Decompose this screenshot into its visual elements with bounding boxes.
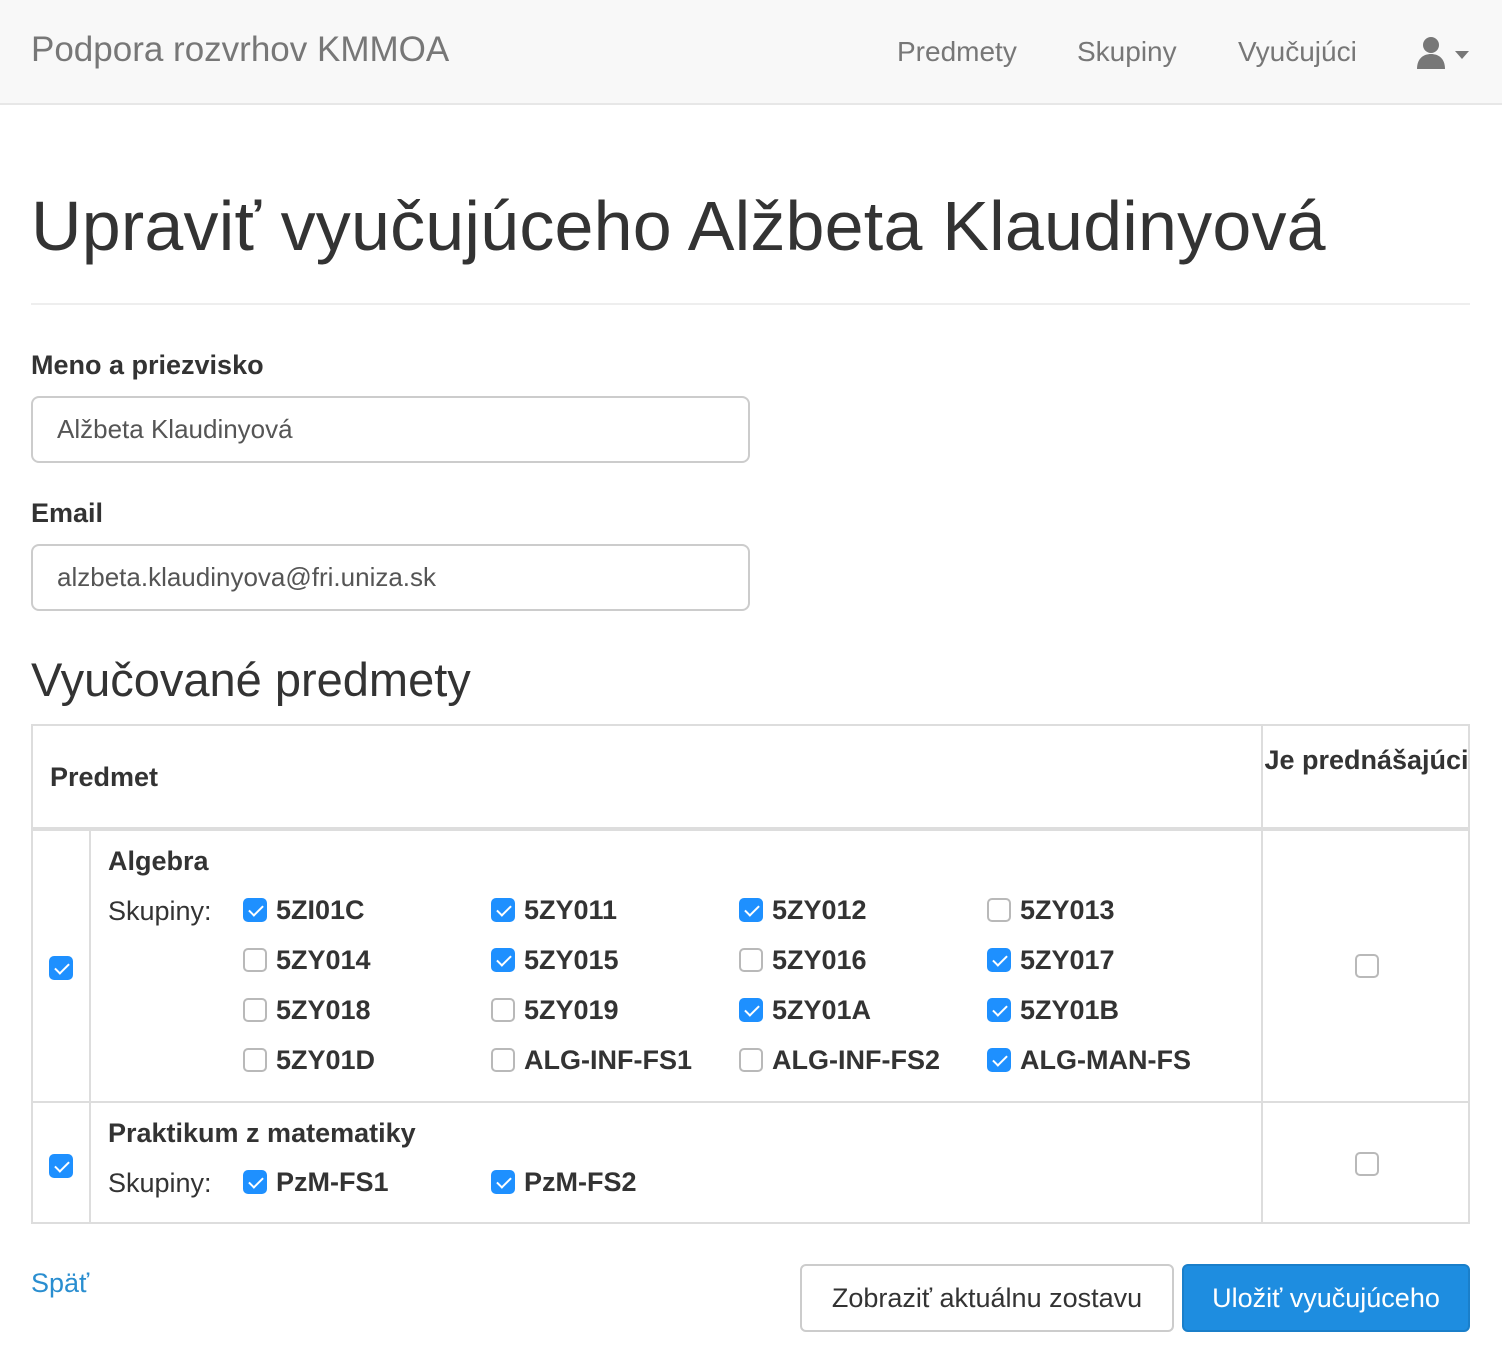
group-label: ALG-INF-FS1 — [524, 1045, 692, 1075]
column-divider — [1261, 726, 1263, 1222]
group-label: 5ZY01A — [772, 995, 872, 1025]
group-label: 5ZY017 — [1020, 945, 1115, 975]
group-label: 5ZY014 — [276, 945, 371, 975]
group-checkbox[interactable] — [243, 948, 267, 972]
group-label: 5ZI01C — [276, 895, 365, 925]
section-title: Vyučované predmety — [31, 653, 471, 706]
group-label: 5ZY016 — [772, 945, 867, 975]
group-label: 5ZY013 — [1020, 895, 1115, 925]
brand[interactable]: Podpora rozvrhov KMMOA — [31, 30, 449, 70]
email-label: Email — [31, 498, 104, 528]
group-label: ALG-INF-FS2 — [772, 1045, 940, 1075]
user-menu[interactable] — [1414, 34, 1474, 74]
nav-link-skupiny[interactable]: Skupiny — [1077, 36, 1177, 68]
group-checkbox[interactable] — [491, 1170, 515, 1194]
user-icon — [1417, 37, 1445, 69]
group-checkbox[interactable] — [739, 1048, 763, 1072]
group-checkbox[interactable] — [987, 998, 1011, 1022]
group-checkbox[interactable] — [987, 948, 1011, 972]
subject-name-algebra: Algebra — [108, 846, 209, 876]
subjects-table: Predmet Je prednášajúci Algebra Skupiny:… — [31, 724, 1470, 1224]
show-report-button[interactable]: Zobraziť aktuálnu zostavu — [800, 1264, 1174, 1332]
navbar: Podpora rozvrhov KMMOA Predmety Skupiny … — [0, 0, 1502, 105]
group-checkbox[interactable] — [739, 898, 763, 922]
group-label: 5ZY015 — [524, 945, 619, 975]
group-label: 5ZY01B — [1020, 995, 1120, 1025]
column-header-subject: Predmet — [50, 762, 159, 792]
group-checkbox[interactable] — [243, 1170, 267, 1194]
column-header-lecturer: Je prednášajúci — [1264, 745, 1469, 775]
group-label: PzM-FS2 — [524, 1167, 637, 1197]
page-title: Upraviť vyučujúceho Alžbeta Klaudinyová — [31, 187, 1326, 265]
subject-checkbox-algebra[interactable] — [49, 956, 73, 980]
group-label: PzM-FS1 — [276, 1167, 389, 1197]
caret-down-icon — [1455, 51, 1469, 59]
group-label: ALG-MAN-FS — [1020, 1045, 1191, 1075]
groups-label: Skupiny: — [108, 896, 212, 926]
group-checkbox[interactable] — [243, 898, 267, 922]
name-input[interactable] — [31, 396, 750, 463]
email-input[interactable] — [31, 544, 750, 611]
groups-label: Skupiny: — [108, 1168, 212, 1198]
group-label: 5ZY011 — [524, 895, 618, 925]
nav-link-predmety[interactable]: Predmety — [897, 36, 1017, 68]
group-checkbox[interactable] — [491, 948, 515, 972]
lecturer-checkbox-praktikum[interactable] — [1355, 1152, 1379, 1176]
title-divider — [31, 303, 1470, 305]
group-checkbox[interactable] — [739, 948, 763, 972]
group-checkbox[interactable] — [491, 1048, 515, 1072]
group-checkbox[interactable] — [739, 998, 763, 1022]
group-checkbox[interactable] — [243, 998, 267, 1022]
group-checkbox[interactable] — [987, 898, 1011, 922]
lecturer-checkbox-algebra[interactable] — [1355, 954, 1379, 978]
name-label: Meno a priezvisko — [31, 350, 264, 380]
group-checkbox[interactable] — [243, 1048, 267, 1072]
column-divider — [89, 830, 91, 1222]
back-link[interactable]: Späť — [31, 1268, 89, 1299]
subject-checkbox-praktikum[interactable] — [49, 1154, 73, 1178]
group-label: 5ZY018 — [276, 995, 371, 1025]
group-checkbox[interactable] — [491, 998, 515, 1022]
subject-name-praktikum: Praktikum z matematiky — [108, 1118, 416, 1148]
row-divider — [33, 1101, 1468, 1103]
group-label: 5ZY01D — [276, 1045, 376, 1075]
group-checkbox[interactable] — [987, 1048, 1011, 1072]
group-label: 5ZY019 — [524, 995, 619, 1025]
nav-link-vyucujuci[interactable]: Vyučujúci — [1238, 36, 1357, 68]
save-teacher-button[interactable]: Uložiť vyučujúceho — [1182, 1264, 1470, 1332]
group-checkbox[interactable] — [491, 898, 515, 922]
group-label: 5ZY012 — [772, 895, 867, 925]
header-rule — [33, 827, 1468, 831]
